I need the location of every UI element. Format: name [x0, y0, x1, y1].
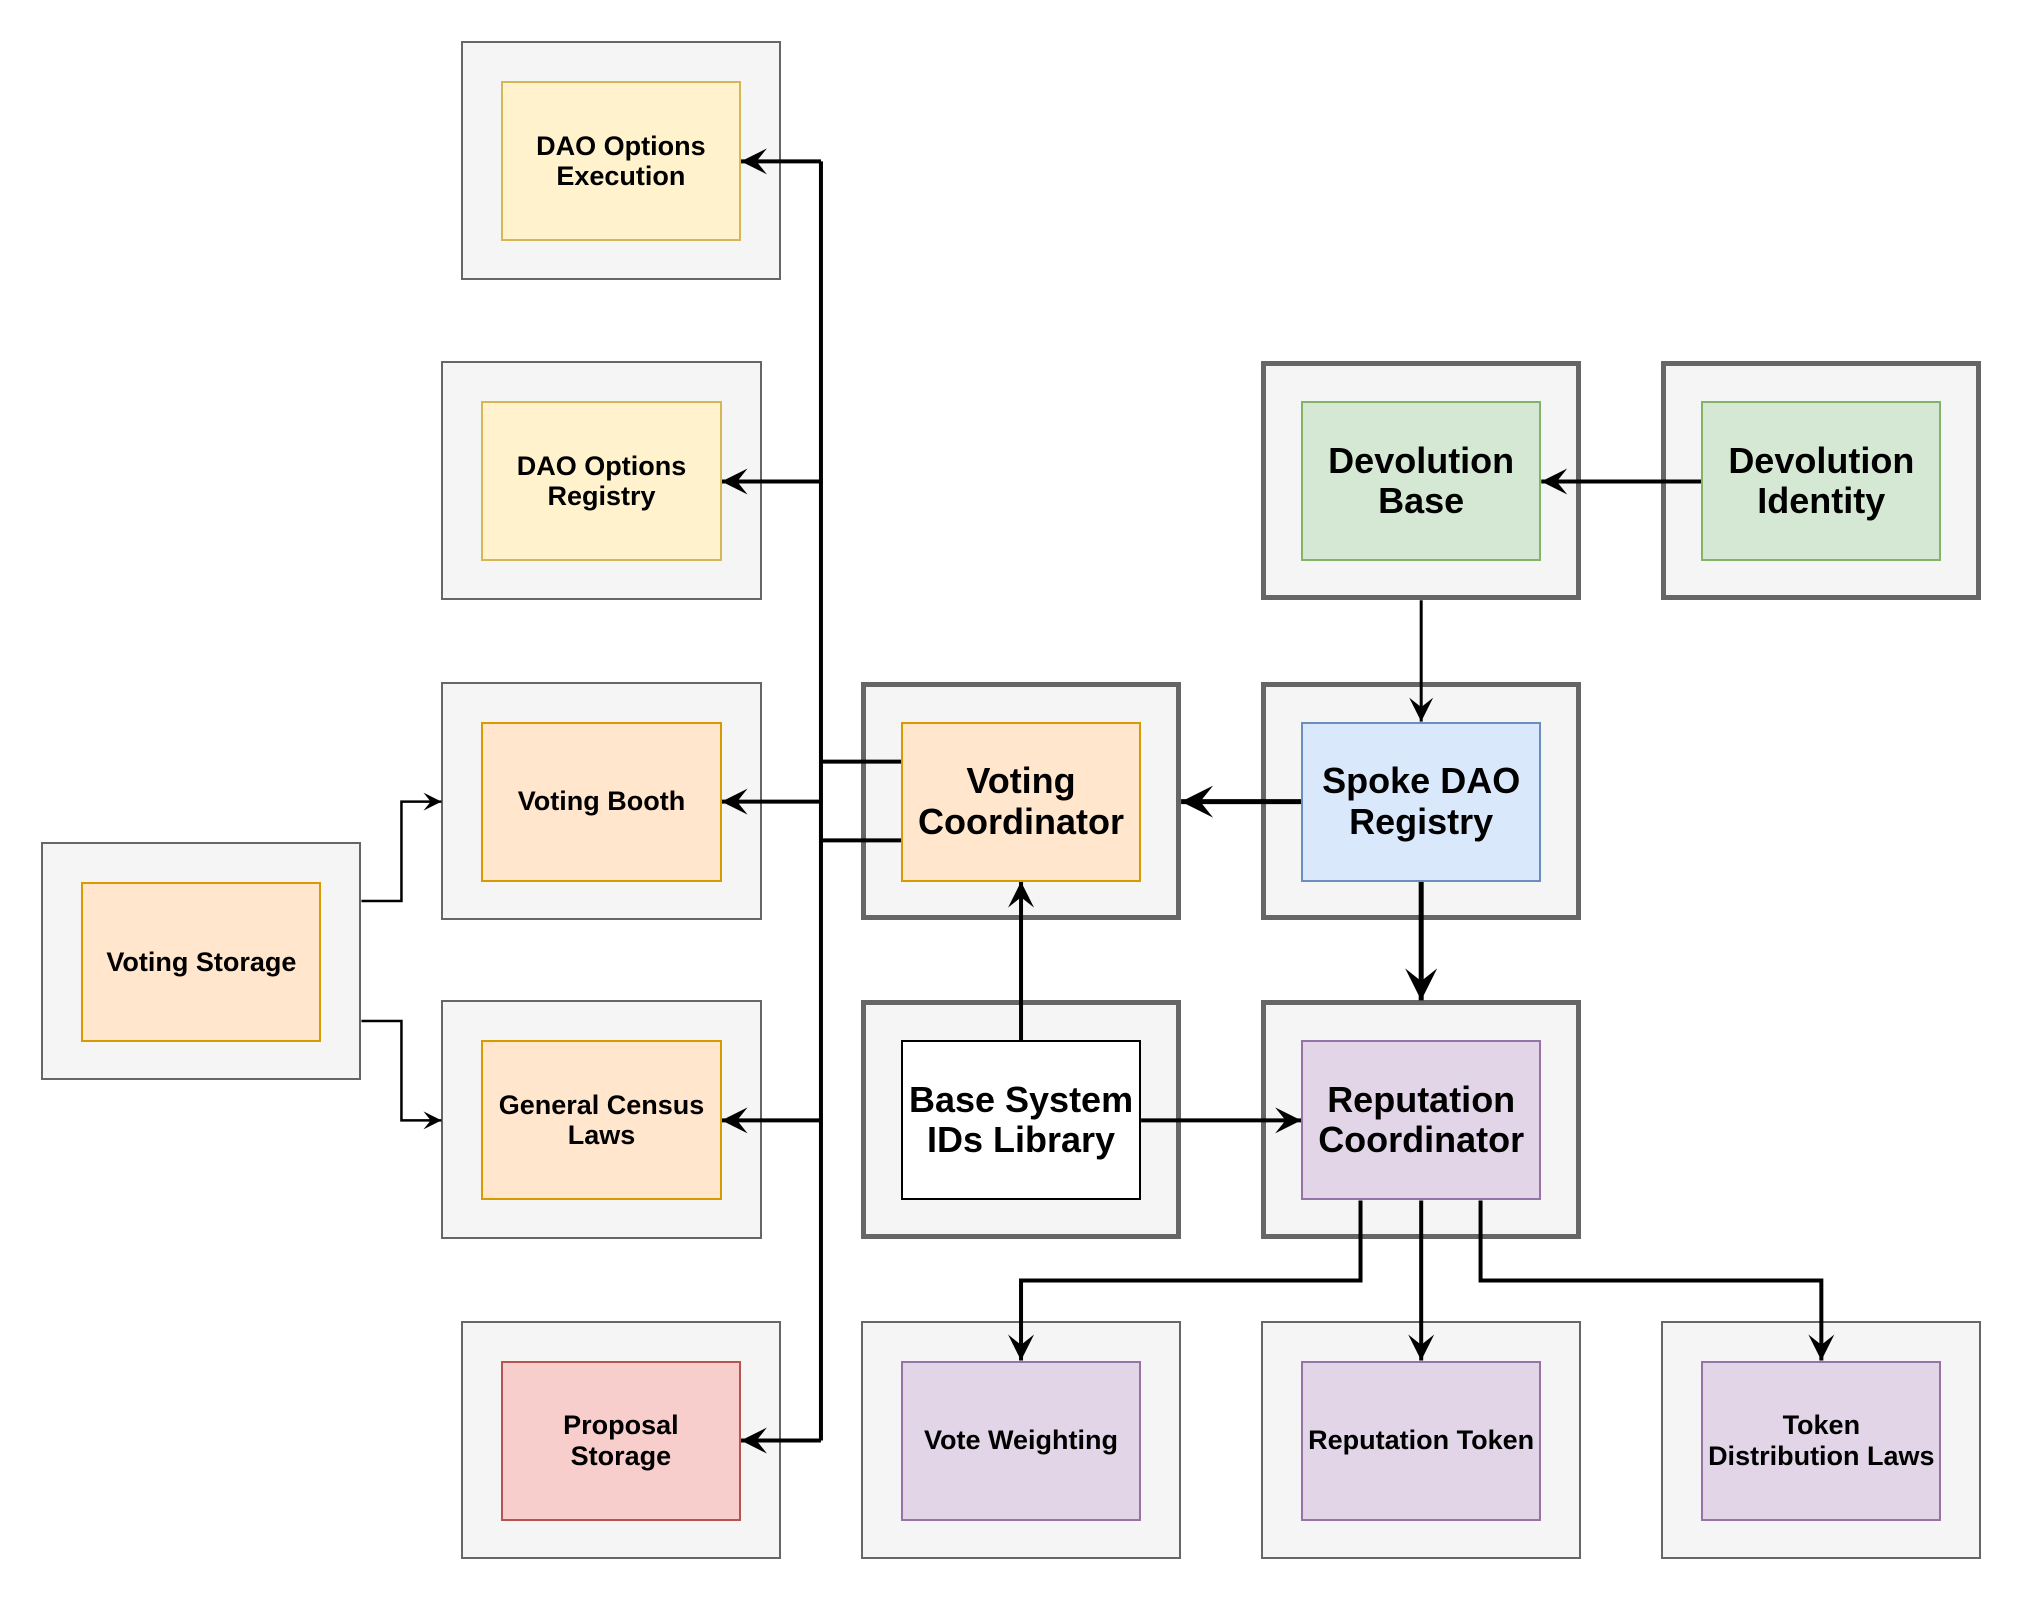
vote-weighting-label: Vote Weighting [924, 1425, 1119, 1456]
reputation-token-label: Reputation Token [1308, 1425, 1535, 1456]
dao-options-execution-node[interactable]: DAO Options Execution [500, 81, 741, 242]
token-distribution-laws-label: Token Distribution Laws [1708, 1410, 1935, 1471]
spoke-dao-registry-label: Spoke DAO Registry [1322, 760, 1521, 842]
devolution-identity-label: Devolution Identity [1728, 440, 1915, 522]
general-census-laws-node[interactable]: General Census Laws [481, 1040, 722, 1201]
base-system-ids-library-label: Base System IDs Library [908, 1079, 1134, 1161]
reputation-coordinator-node[interactable]: Reputation Coordinator [1301, 1040, 1542, 1201]
diagram-canvas: DAO Options Execution DAO Options Registry V… [0, 0, 2024, 1602]
voting-booth-label: Voting Booth [517, 786, 686, 817]
dao-options-execution-label: DAO Options Execution [536, 131, 706, 192]
proposal-storage-label: Proposal Storage [563, 1410, 679, 1471]
voting-booth-node[interactable]: Voting Booth [481, 721, 722, 882]
edge-voting-storage-to-general-census-arrowhead [423, 1111, 442, 1130]
voting-coordinator-label: Voting Coordinator [918, 760, 1125, 842]
devolution-base-label: Devolution Base [1328, 440, 1515, 522]
edge-voting-storage-to-voting-booth [361, 800, 442, 903]
edge-voting-storage-to-voting-booth-arrowhead [423, 792, 442, 811]
vote-weighting-node[interactable]: Vote Weighting [900, 1360, 1142, 1521]
voting-coordinator-node[interactable]: Voting Coordinator [900, 721, 1142, 882]
dao-options-registry-node[interactable]: DAO Options Registry [481, 401, 722, 562]
dao-options-registry-label: DAO Options Registry [516, 451, 687, 512]
edge-spoke-to-reputation-coordinator-arrowhead [1405, 968, 1438, 1001]
edge-spoke-to-voting-coordinator-arrowhead [1181, 785, 1214, 818]
devolution-identity-node[interactable]: Devolution Identity [1701, 401, 1942, 562]
base-system-ids-library-node[interactable]: Base System IDs Library [900, 1040, 1142, 1201]
proposal-storage-node[interactable]: Proposal Storage [500, 1360, 741, 1521]
reputation-coordinator-label: Reputation Coordinator [1318, 1079, 1525, 1161]
voting-storage-node[interactable]: Voting Storage [81, 881, 322, 1042]
edge-voting-storage-to-general-census [361, 1019, 442, 1122]
token-distribution-laws-node[interactable]: Token Distribution Laws [1701, 1360, 1942, 1521]
voting-storage-label: Voting Storage [106, 946, 297, 977]
general-census-laws-label: General Census Laws [498, 1090, 705, 1151]
devolution-base-node[interactable]: Devolution Base [1301, 401, 1542, 562]
reputation-token-node[interactable]: Reputation Token [1301, 1360, 1542, 1521]
spoke-dao-registry-node[interactable]: Spoke DAO Registry [1301, 721, 1542, 882]
